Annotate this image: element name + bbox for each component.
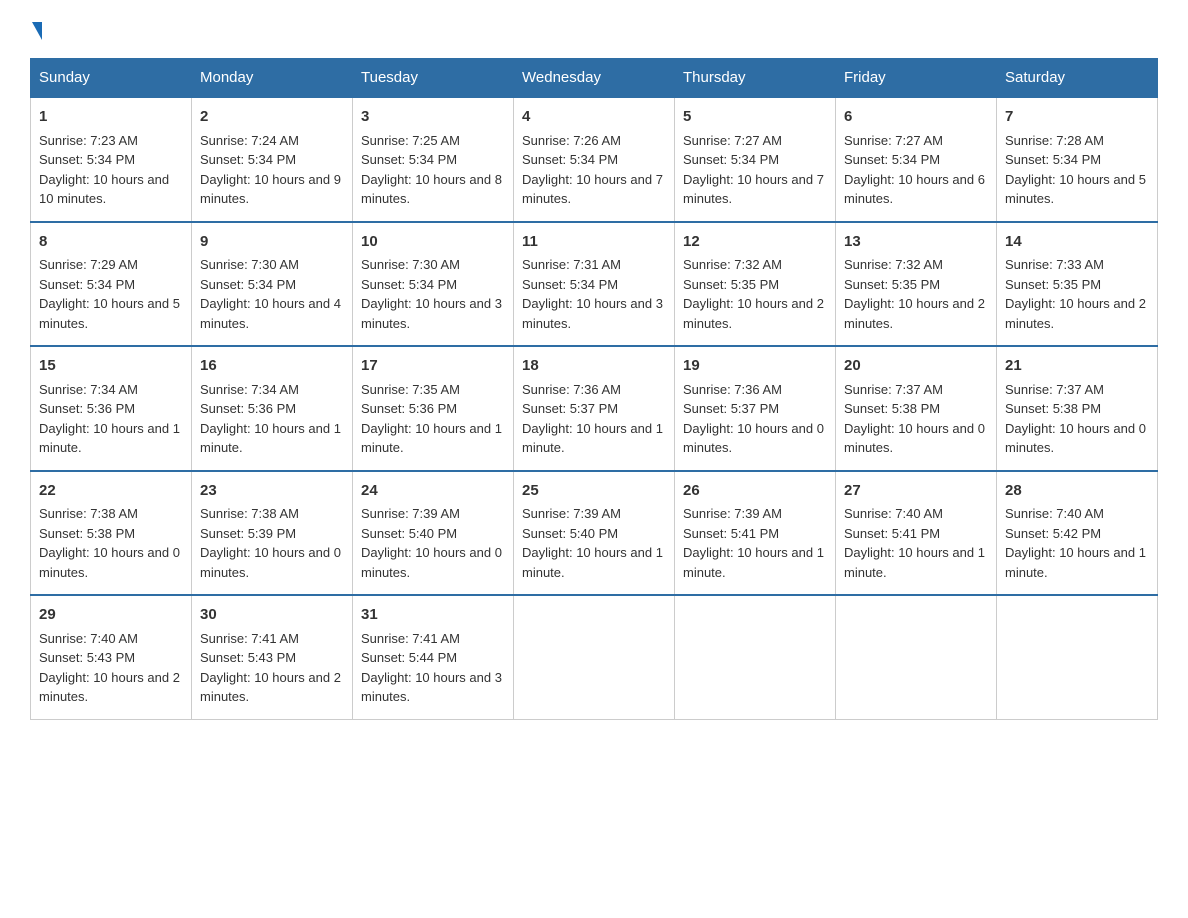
calendar-cell	[836, 595, 997, 719]
day-number: 16	[200, 355, 344, 378]
day-number: 20	[844, 355, 988, 378]
logo-triangle-icon	[32, 22, 42, 40]
calendar-cell: 20Sunrise: 7:37 AMSunset: 5:38 PMDayligh…	[836, 346, 997, 471]
day-number: 18	[522, 355, 666, 378]
calendar-cell: 1Sunrise: 7:23 AMSunset: 5:34 PMDaylight…	[31, 97, 192, 222]
day-number: 7	[1005, 106, 1149, 129]
day-header-sunday: Sunday	[31, 59, 192, 98]
calendar-cell: 28Sunrise: 7:40 AMSunset: 5:42 PMDayligh…	[997, 471, 1158, 596]
day-number: 6	[844, 106, 988, 129]
day-number: 11	[522, 231, 666, 254]
day-number: 28	[1005, 480, 1149, 503]
calendar-cell: 5Sunrise: 7:27 AMSunset: 5:34 PMDaylight…	[675, 97, 836, 222]
calendar-cell: 31Sunrise: 7:41 AMSunset: 5:44 PMDayligh…	[353, 595, 514, 719]
calendar-cell: 18Sunrise: 7:36 AMSunset: 5:37 PMDayligh…	[514, 346, 675, 471]
calendar-cell: 21Sunrise: 7:37 AMSunset: 5:38 PMDayligh…	[997, 346, 1158, 471]
day-number: 21	[1005, 355, 1149, 378]
calendar-cell: 10Sunrise: 7:30 AMSunset: 5:34 PMDayligh…	[353, 222, 514, 347]
day-number: 13	[844, 231, 988, 254]
day-header-thursday: Thursday	[675, 59, 836, 98]
calendar-cell: 29Sunrise: 7:40 AMSunset: 5:43 PMDayligh…	[31, 595, 192, 719]
day-number: 10	[361, 231, 505, 254]
calendar-week-2: 8Sunrise: 7:29 AMSunset: 5:34 PMDaylight…	[31, 222, 1158, 347]
calendar-cell: 6Sunrise: 7:27 AMSunset: 5:34 PMDaylight…	[836, 97, 997, 222]
page-header	[30, 20, 1158, 40]
calendar-week-5: 29Sunrise: 7:40 AMSunset: 5:43 PMDayligh…	[31, 595, 1158, 719]
day-number: 3	[361, 106, 505, 129]
day-number: 12	[683, 231, 827, 254]
calendar-cell: 19Sunrise: 7:36 AMSunset: 5:37 PMDayligh…	[675, 346, 836, 471]
day-number: 17	[361, 355, 505, 378]
day-number: 1	[39, 106, 183, 129]
day-number: 29	[39, 604, 183, 627]
day-number: 25	[522, 480, 666, 503]
day-number: 8	[39, 231, 183, 254]
calendar-cell: 14Sunrise: 7:33 AMSunset: 5:35 PMDayligh…	[997, 222, 1158, 347]
calendar-cell: 15Sunrise: 7:34 AMSunset: 5:36 PMDayligh…	[31, 346, 192, 471]
calendar-cell: 22Sunrise: 7:38 AMSunset: 5:38 PMDayligh…	[31, 471, 192, 596]
calendar-cell: 16Sunrise: 7:34 AMSunset: 5:36 PMDayligh…	[192, 346, 353, 471]
day-number: 26	[683, 480, 827, 503]
day-number: 5	[683, 106, 827, 129]
calendar-cell: 4Sunrise: 7:26 AMSunset: 5:34 PMDaylight…	[514, 97, 675, 222]
calendar-cell: 8Sunrise: 7:29 AMSunset: 5:34 PMDaylight…	[31, 222, 192, 347]
calendar-cell: 27Sunrise: 7:40 AMSunset: 5:41 PMDayligh…	[836, 471, 997, 596]
logo	[30, 20, 42, 40]
day-number: 9	[200, 231, 344, 254]
calendar-week-3: 15Sunrise: 7:34 AMSunset: 5:36 PMDayligh…	[31, 346, 1158, 471]
day-number: 24	[361, 480, 505, 503]
calendar-cell	[997, 595, 1158, 719]
calendar-week-1: 1Sunrise: 7:23 AMSunset: 5:34 PMDaylight…	[31, 97, 1158, 222]
calendar-cell: 30Sunrise: 7:41 AMSunset: 5:43 PMDayligh…	[192, 595, 353, 719]
calendar-cell: 11Sunrise: 7:31 AMSunset: 5:34 PMDayligh…	[514, 222, 675, 347]
calendar-header: SundayMondayTuesdayWednesdayThursdayFrid…	[31, 59, 1158, 98]
calendar-cell: 25Sunrise: 7:39 AMSunset: 5:40 PMDayligh…	[514, 471, 675, 596]
calendar-cell: 17Sunrise: 7:35 AMSunset: 5:36 PMDayligh…	[353, 346, 514, 471]
day-header-wednesday: Wednesday	[514, 59, 675, 98]
calendar-cell: 13Sunrise: 7:32 AMSunset: 5:35 PMDayligh…	[836, 222, 997, 347]
calendar-cell: 2Sunrise: 7:24 AMSunset: 5:34 PMDaylight…	[192, 97, 353, 222]
day-number: 31	[361, 604, 505, 627]
calendar-cell: 26Sunrise: 7:39 AMSunset: 5:41 PMDayligh…	[675, 471, 836, 596]
day-header-tuesday: Tuesday	[353, 59, 514, 98]
day-number: 4	[522, 106, 666, 129]
day-number: 15	[39, 355, 183, 378]
day-number: 14	[1005, 231, 1149, 254]
calendar-cell: 7Sunrise: 7:28 AMSunset: 5:34 PMDaylight…	[997, 97, 1158, 222]
day-header-monday: Monday	[192, 59, 353, 98]
calendar-cell: 24Sunrise: 7:39 AMSunset: 5:40 PMDayligh…	[353, 471, 514, 596]
day-number: 27	[844, 480, 988, 503]
day-number: 2	[200, 106, 344, 129]
day-number: 30	[200, 604, 344, 627]
calendar-cell: 12Sunrise: 7:32 AMSunset: 5:35 PMDayligh…	[675, 222, 836, 347]
calendar-cell	[514, 595, 675, 719]
day-number: 23	[200, 480, 344, 503]
day-number: 19	[683, 355, 827, 378]
calendar-cell: 3Sunrise: 7:25 AMSunset: 5:34 PMDaylight…	[353, 97, 514, 222]
calendar-cell: 9Sunrise: 7:30 AMSunset: 5:34 PMDaylight…	[192, 222, 353, 347]
day-number: 22	[39, 480, 183, 503]
calendar-week-4: 22Sunrise: 7:38 AMSunset: 5:38 PMDayligh…	[31, 471, 1158, 596]
calendar-cell	[675, 595, 836, 719]
calendar-table: SundayMondayTuesdayWednesdayThursdayFrid…	[30, 58, 1158, 720]
day-header-saturday: Saturday	[997, 59, 1158, 98]
calendar-cell: 23Sunrise: 7:38 AMSunset: 5:39 PMDayligh…	[192, 471, 353, 596]
day-header-friday: Friday	[836, 59, 997, 98]
